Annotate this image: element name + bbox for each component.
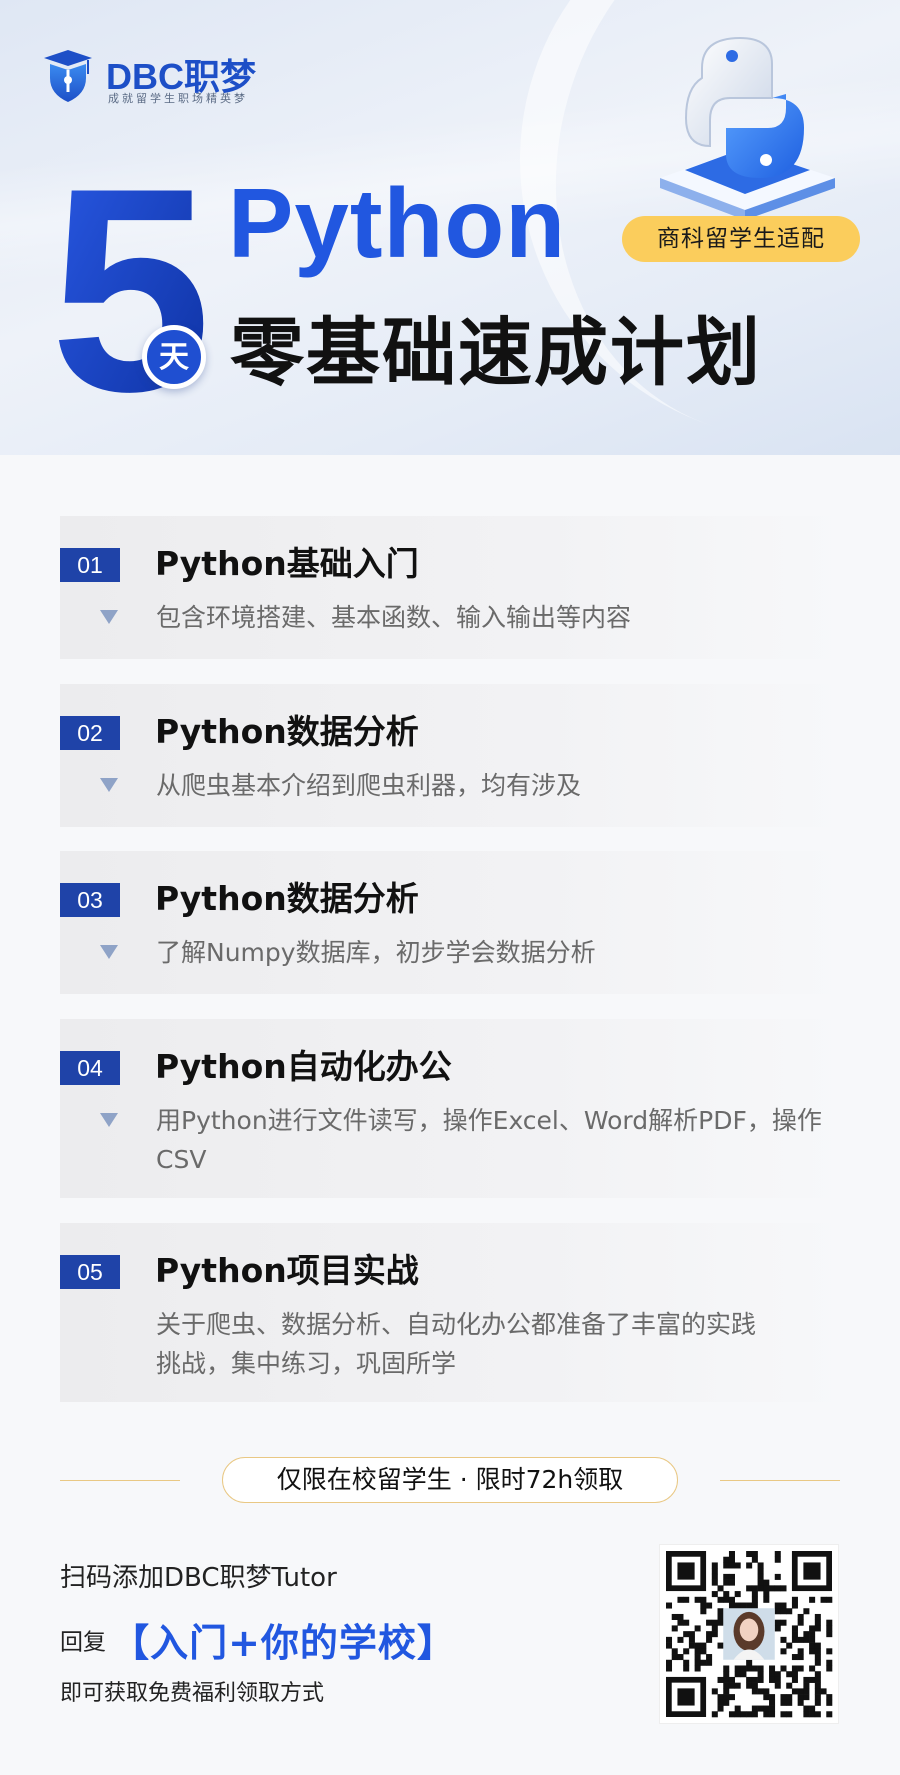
cta-add-tutor: 扫码添加DBC职梦Tutor bbox=[60, 1563, 337, 1593]
course-number: 02 bbox=[60, 716, 120, 750]
course-title: Python数据分析 bbox=[155, 879, 419, 918]
cta-reply-row: 回复 【入门+你的学校】 bbox=[60, 1612, 456, 1667]
course-description: 包含环境搭建、基本函数、输入输出等内容 bbox=[156, 603, 632, 632]
brand-slogan: 成就留学生职场精英梦 bbox=[108, 92, 248, 105]
course-card: 05 Python项目实战 关于爬虫、数据分析、自动化办公都准备了丰富的实践挑战… bbox=[60, 1223, 850, 1402]
course-number: 01 bbox=[60, 548, 120, 582]
cta-benefit-note: 即可获取免费福利领取方式 bbox=[60, 1681, 325, 1706]
down-triangle-icon bbox=[100, 1113, 118, 1127]
qr-code-image bbox=[666, 1551, 833, 1718]
python-logo-illustration bbox=[660, 36, 835, 220]
down-triangle-icon bbox=[100, 610, 118, 624]
brand-logo: DBC职梦 成就留学生职场精英梦 bbox=[42, 48, 282, 108]
down-triangle-icon bbox=[100, 945, 118, 959]
day-unit-badge: 天 bbox=[142, 325, 206, 389]
audience-tag: 商科留学生适配 bbox=[622, 216, 860, 262]
divider-left bbox=[60, 1480, 180, 1481]
course-description: 从爬虫基本介绍到爬虫利器，均有涉及 bbox=[156, 771, 582, 800]
course-number: 04 bbox=[60, 1051, 120, 1085]
limited-offer-pill: 仅限在校留学生 · 限时72h领取 bbox=[222, 1457, 678, 1503]
hero-banner: DBC职梦 成就留学生职场精英梦 5 天 Python 零基础速成计划 商科留学… bbox=[0, 0, 900, 455]
course-card: 02 Python数据分析 从爬虫基本介绍到爬虫利器，均有涉及 bbox=[60, 684, 850, 827]
course-description: 用Python进行文件读写，操作Excel、Word解析PDF，操作CSV bbox=[156, 1106, 822, 1174]
course-title: Python自动化办公 bbox=[155, 1047, 452, 1086]
divider-right bbox=[720, 1480, 840, 1481]
cta-reply-keyword: 【入门+你的学校】 bbox=[111, 1621, 456, 1665]
cta-reply-prefix: 回复 bbox=[60, 1629, 106, 1656]
course-title: Python项目实战 bbox=[155, 1251, 419, 1290]
course-card: 04 Python自动化办公 用Python进行文件读写，操作Excel、Wor… bbox=[60, 1019, 850, 1198]
course-number: 03 bbox=[60, 883, 120, 917]
course-title: Python数据分析 bbox=[155, 712, 419, 751]
hero-title: Python bbox=[228, 168, 567, 278]
course-title: Python基础入门 bbox=[155, 544, 419, 583]
course-card: 03 Python数据分析 了解Numpy数据库，初步学会数据分析 bbox=[60, 851, 850, 994]
qr-code[interactable] bbox=[660, 1545, 838, 1723]
course-number: 05 bbox=[60, 1255, 120, 1289]
course-card: 01 Python基础入门 包含环境搭建、基本函数、输入输出等内容 bbox=[60, 516, 850, 659]
down-triangle-icon bbox=[100, 778, 118, 792]
hero-subtitle: 零基础速成计划 bbox=[230, 310, 762, 396]
course-description: 关于爬虫、数据分析、自动化办公都准备了丰富的实践挑战，集中练习，巩固所学 bbox=[156, 1310, 757, 1378]
graduation-pen-icon bbox=[44, 50, 92, 102]
course-description: 了解Numpy数据库，初步学会数据分析 bbox=[156, 938, 596, 967]
